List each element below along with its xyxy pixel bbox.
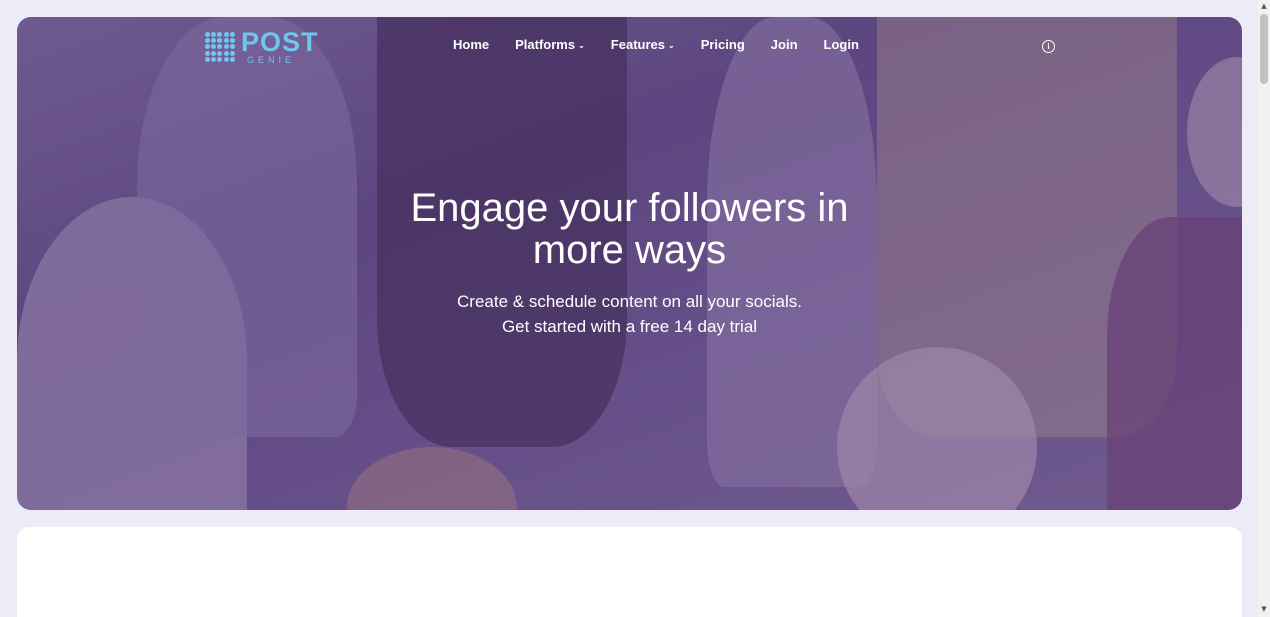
nav-platforms-label: Platforms	[515, 37, 576, 52]
logo-genie-text: GENIE	[247, 55, 296, 65]
hero-subtitle-line-2: Get started with a free 14 day trial	[501, 317, 758, 336]
hero-title-line-2: more ways	[532, 228, 727, 272]
hero-title: Engage your followers in more ways	[17, 187, 1242, 271]
scroll-up-icon[interactable]: ▲	[1260, 2, 1268, 12]
nav-pricing-label: Pricing	[700, 37, 745, 52]
nav-features-label: Features	[610, 37, 665, 52]
nav-login-label: Login	[823, 37, 859, 52]
nav-platforms[interactable]: Platforms ⌄	[515, 37, 585, 52]
hero-title-line-1: Engage your followers in	[410, 186, 849, 230]
hero-subtitle-line-1: Create & schedule content on all your so…	[457, 292, 802, 311]
page-scrollbar[interactable]: ▲ ▼	[1258, 0, 1270, 617]
post-genie-logo[interactable]: POST GENIE	[205, 29, 319, 65]
main-nav: Home Platforms ⌄ Features ⌄ Pricing Join…	[453, 37, 859, 52]
nav-pricing[interactable]: Pricing	[701, 37, 745, 52]
scroll-thumb[interactable]	[1260, 14, 1268, 84]
logo-post-text: POST	[241, 27, 319, 57]
hero-section: POST GENIE Home Platforms ⌄ Features ⌄ P…	[17, 17, 1242, 510]
nav-features[interactable]: Features ⌄	[611, 37, 675, 52]
scroll-down-icon[interactable]: ▼	[1260, 605, 1268, 615]
logo-dots-icon	[205, 32, 235, 62]
nav-join[interactable]: Join	[771, 37, 798, 52]
nav-join-label: Join	[770, 37, 798, 52]
content-card	[17, 527, 1242, 617]
nav-home[interactable]: Home	[453, 37, 489, 52]
chevron-down-icon: ⌄	[668, 41, 675, 50]
nav-login[interactable]: Login	[824, 37, 859, 52]
hero-subtitle: Create & schedule content on all your so…	[17, 289, 1242, 339]
chevron-down-icon: ⌄	[578, 41, 585, 50]
nav-home-label: Home	[453, 37, 490, 52]
info-icon[interactable]: i	[1042, 40, 1055, 53]
